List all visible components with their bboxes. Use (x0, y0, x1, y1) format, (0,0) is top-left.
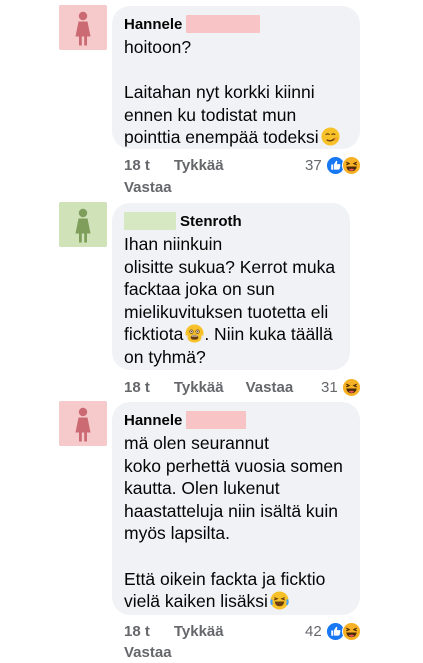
comment-actions: 18 t Tykkää (124, 623, 224, 640)
author-name[interactable]: Hannele (124, 410, 348, 430)
reaction-summary[interactable]: 42 (305, 622, 361, 641)
avatar[interactable] (59, 5, 107, 50)
like-button[interactable]: Tykkää (174, 379, 224, 396)
reply-button[interactable]: Vastaa (124, 644, 172, 661)
haha-reaction-icon (341, 622, 361, 641)
redacted-name (186, 15, 261, 33)
person-female-icon (75, 208, 91, 243)
comment-bubble: Hannele mä olen seurannut koko perhettä … (112, 402, 360, 615)
haha-reaction-icon (341, 378, 361, 397)
timestamp[interactable]: 18 t (124, 157, 150, 174)
reply-button[interactable]: Vastaa (124, 179, 172, 196)
comment-text: hoitoon? Laitahan nyt korkki kiinni enne… (124, 36, 348, 149)
comment-text: mä olen seurannut koko perhettä vuosia s… (124, 432, 348, 613)
timestamp[interactable]: 18 t (124, 379, 150, 396)
comment-actions: 18 t Tykkää Vastaa (124, 379, 293, 396)
haha-reaction-icon (341, 156, 361, 175)
shocked-emoji (185, 324, 204, 343)
person-female-icon (75, 11, 91, 46)
author-name[interactable]: Hannele (124, 14, 348, 34)
reaction-count: 42 (305, 623, 322, 640)
redacted-name (186, 411, 247, 429)
reaction-count: 31 (321, 379, 338, 396)
comment-bubble: Hannele hoitoon? Laitahan nyt korkki kii… (112, 6, 360, 149)
reaction-summary[interactable]: 37 (305, 156, 361, 175)
avatar[interactable] (59, 401, 107, 446)
author-name[interactable]: Stenroth (124, 211, 338, 231)
redacted-name (124, 212, 176, 230)
author-label: Stenroth (180, 212, 242, 230)
comment-text-content: mä olen seurannut koko perhettä vuosia s… (124, 433, 343, 612)
reaction-summary[interactable]: 31 (321, 378, 361, 397)
smirk-emoji (321, 127, 340, 146)
comment-text: Ihan niinkuin olisitte sukua? Kerrot muk… (124, 233, 338, 369)
comment-actions: 18 t Tykkää (124, 157, 224, 174)
comment-bubble: Stenroth Ihan niinkuin olisitte sukua? K… (112, 203, 350, 370)
timestamp[interactable]: 18 t (124, 623, 150, 640)
person-female-icon (75, 407, 91, 442)
like-button[interactable]: Tykkää (174, 157, 224, 174)
author-label: Hannele (124, 15, 183, 33)
laughing-emoji (270, 591, 289, 610)
author-label: Hannele (124, 411, 183, 429)
reaction-count: 37 (305, 157, 322, 174)
comment-text-content: hoitoon? Laitahan nyt korkki kiinni enne… (124, 37, 319, 148)
like-button[interactable]: Tykkää (174, 623, 224, 640)
avatar[interactable] (59, 202, 107, 247)
reply-button[interactable]: Vastaa (246, 379, 294, 396)
